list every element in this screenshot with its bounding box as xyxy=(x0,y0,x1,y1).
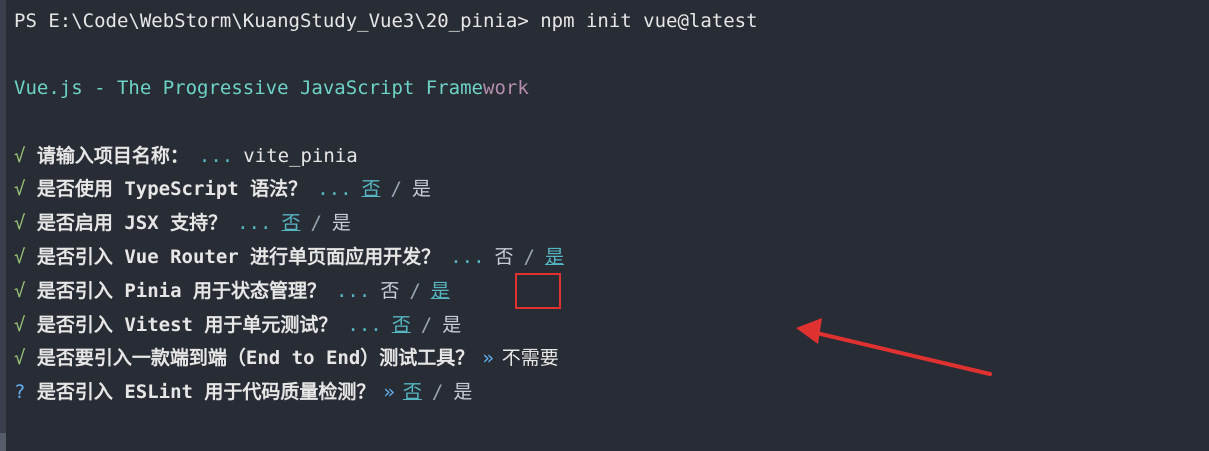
annotation-arrow-icon xyxy=(796,318,992,376)
terminal-window[interactable]: PS E:\Code\WebStorm\KuangStudy_Vue3\20_p… xyxy=(0,0,1209,451)
